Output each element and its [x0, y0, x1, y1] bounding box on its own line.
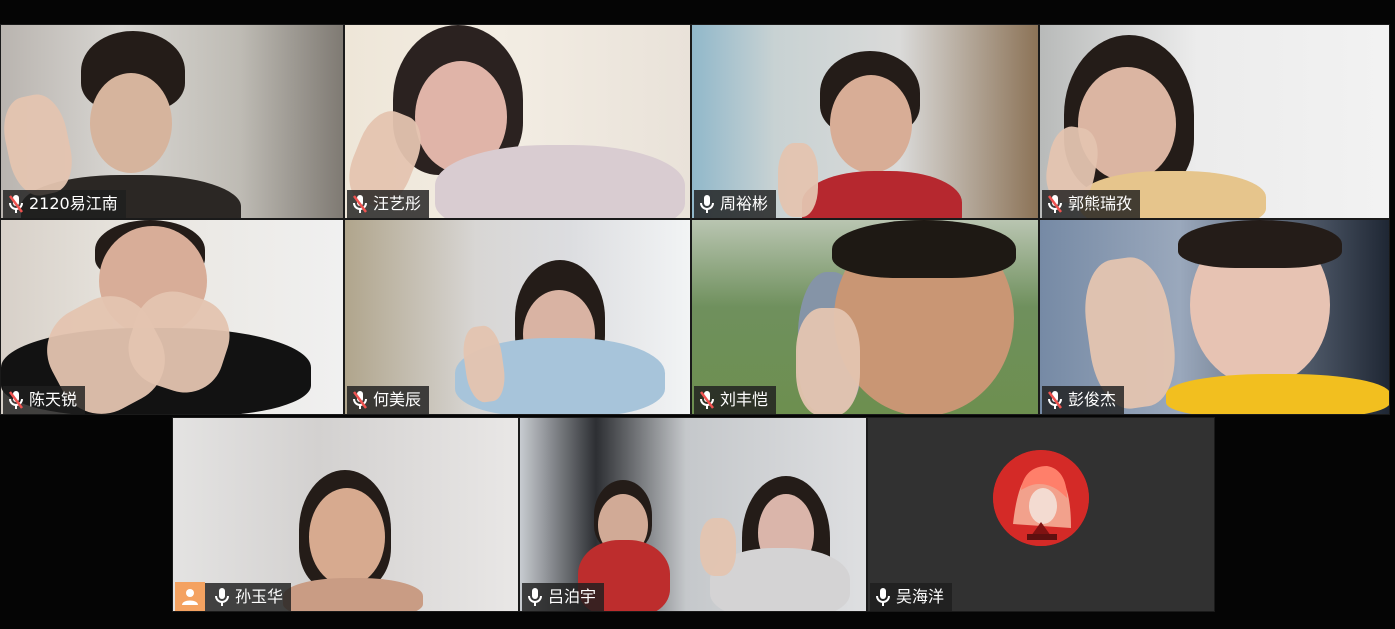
participant-name: 何美辰 [373, 390, 422, 409]
name-label: 汪艺彤 [347, 190, 430, 218]
video-tile[interactable]: 郭熊瑞孜 [1039, 24, 1390, 219]
participant-hand [778, 143, 818, 217]
microphone-muted-icon [1046, 193, 1064, 215]
video-tile[interactable]: 吴海洋 [867, 417, 1215, 612]
participant-body [802, 171, 962, 218]
participant-name: 郭熊瑞孜 [1068, 194, 1133, 213]
video-tile[interactable]: 孙玉华 [172, 417, 519, 612]
participant-hair [832, 220, 1016, 278]
microphone-icon [874, 586, 892, 608]
video-tile[interactable]: 何美辰 [344, 219, 691, 415]
video-tile[interactable]: 周裕彬 [691, 24, 1039, 219]
participant-body [435, 145, 685, 218]
microphone-icon [698, 193, 716, 215]
video-grid: 2120易江南 汪艺彤 周裕彬 郭熊瑞孜 陈天锐 何美辰 刘丰恺 彭俊杰 孙玉华… [0, 0, 1395, 629]
host-person-icon [175, 582, 205, 611]
name-label: 吕泊宇 [522, 583, 605, 611]
participant-name: 吴海洋 [896, 587, 945, 606]
participant-face [90, 73, 172, 173]
name-label: 陈天锐 [3, 386, 86, 414]
video-tile[interactable]: 彭俊杰 [1039, 219, 1390, 415]
participant-avatar [993, 450, 1089, 546]
microphone-icon [526, 586, 544, 608]
name-label: 孙玉华 [175, 582, 292, 611]
video-tile[interactable]: 汪艺彤 [344, 24, 691, 219]
participant-name: 汪艺彤 [373, 194, 422, 213]
name-label: 郭熊瑞孜 [1042, 190, 1141, 218]
participant-name: 吕泊宇 [548, 587, 597, 606]
video-tile[interactable]: 刘丰恺 [691, 219, 1039, 415]
microphone-muted-icon [1046, 389, 1064, 411]
participant-name: 孙玉华 [235, 587, 284, 606]
name-label: 吴海洋 [870, 583, 953, 611]
video-tile[interactable]: 吕泊宇 [519, 417, 867, 612]
participant-body [1166, 374, 1389, 414]
name-label: 刘丰恺 [694, 386, 777, 414]
participant-name: 周裕彬 [720, 194, 769, 213]
video-tile[interactable]: 陈天锐 [0, 219, 344, 415]
participant-hand [700, 518, 736, 576]
microphone-icon [213, 586, 231, 608]
participant-hand [796, 308, 860, 414]
participant-body [283, 578, 423, 611]
participant-name: 刘丰恺 [720, 390, 769, 409]
name-label: 周裕彬 [694, 190, 777, 218]
name-label: 何美辰 [347, 386, 430, 414]
name-label: 彭俊杰 [1042, 386, 1125, 414]
microphone-muted-icon [351, 389, 369, 411]
video-tile[interactable]: 2120易江南 [0, 24, 344, 219]
microphone-muted-icon [7, 193, 25, 215]
participant-face [309, 488, 385, 586]
participant-name: 陈天锐 [29, 390, 78, 409]
participant-name: 彭俊杰 [1068, 390, 1117, 409]
microphone-muted-icon [698, 389, 716, 411]
participant-hair [1178, 220, 1342, 268]
microphone-muted-icon [351, 193, 369, 215]
participant-face [830, 75, 912, 173]
microphone-muted-icon [7, 389, 25, 411]
name-label: 2120易江南 [3, 190, 126, 218]
participant-name: 2120易江南 [29, 194, 118, 213]
